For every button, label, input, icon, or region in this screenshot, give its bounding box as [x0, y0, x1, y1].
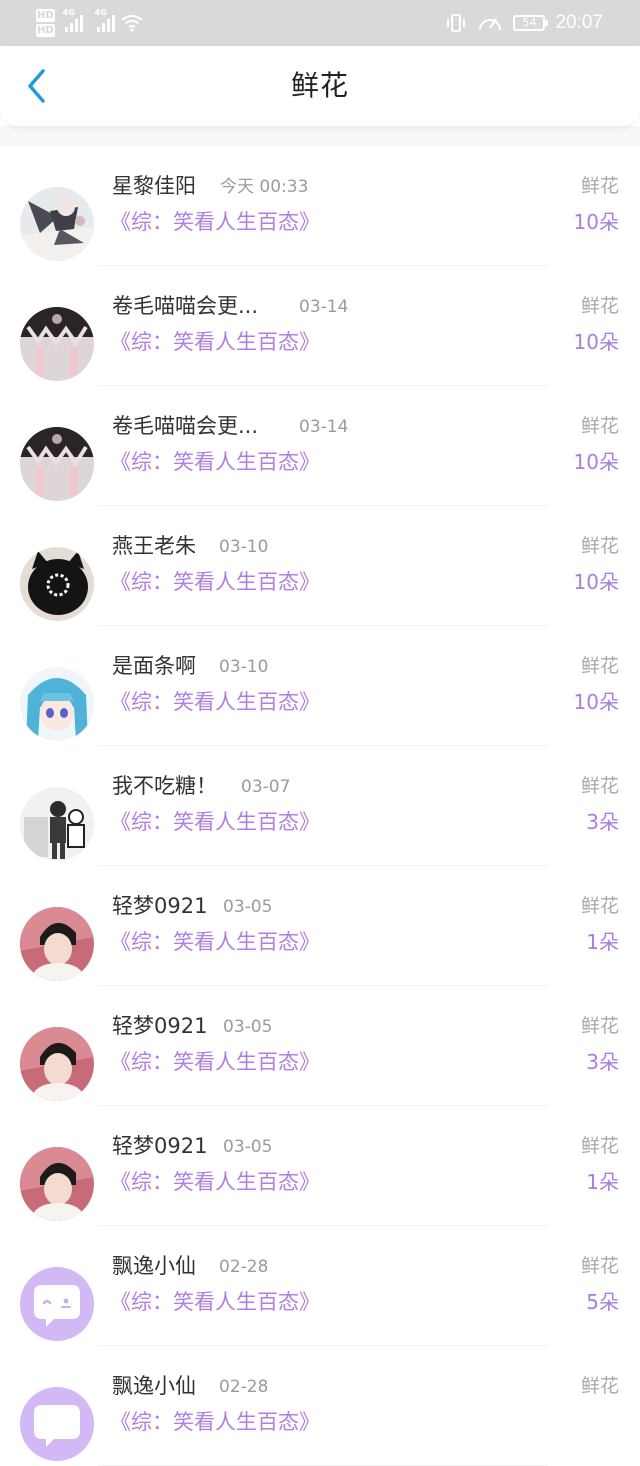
- list-item[interactable]: 轻梦0921 03-05 《综：笑看人生百态》 鲜花 3朵: [0, 986, 640, 1106]
- chat-bubble-icon: [20, 1267, 94, 1341]
- avatar[interactable]: [20, 547, 94, 621]
- book-title[interactable]: 《综：笑看人生百态》: [110, 688, 320, 716]
- battery-icon: 54: [513, 15, 549, 31]
- book-title[interactable]: 《综：笑看人生百态》: [110, 448, 320, 476]
- gift-type: 鲜花: [580, 655, 619, 677]
- gift-count: 10朵: [573, 450, 619, 474]
- user-name: 我不吃糖！: [112, 774, 217, 798]
- list-item[interactable]: 飘逸小仙 02-28 《综：笑看人生百态》 鲜花: [0, 1346, 640, 1466]
- vibrate-icon: [447, 14, 466, 32]
- gift-type: 鲜花: [580, 1375, 619, 1397]
- timestamp: 03-14: [299, 417, 349, 437]
- network-type: 4G: [62, 8, 75, 17]
- avatar[interactable]: [20, 307, 94, 381]
- avatar[interactable]: [20, 1147, 94, 1221]
- user-name: 轻梦0921: [112, 1014, 208, 1038]
- wifi-icon: [121, 15, 143, 32]
- gift-count: 10朵: [573, 210, 619, 234]
- signal-icon: 4G: [63, 8, 83, 32]
- timestamp: 02-28: [219, 1377, 269, 1397]
- timestamp: 03-14: [299, 297, 349, 317]
- gift-type: 鲜花: [580, 175, 619, 197]
- book-title[interactable]: 《综：笑看人生百态》: [110, 928, 320, 956]
- avatar[interactable]: [20, 187, 94, 261]
- gift-count: 10朵: [573, 690, 619, 714]
- gift-type: 鲜花: [580, 535, 619, 557]
- list-item[interactable]: 星黎佳阳 今天 00:33 《综：笑看人生百态》 鲜花 10朵: [0, 146, 640, 266]
- list-item[interactable]: 轻梦0921 03-05 《综：笑看人生百态》 鲜花 1朵: [0, 866, 640, 986]
- gift-count: 10朵: [573, 330, 619, 354]
- battery-level: 54: [522, 16, 537, 29]
- hd-badge: HD: [36, 24, 55, 37]
- user-name: 星黎佳阳: [112, 174, 196, 198]
- app-header: 鲜花: [0, 46, 640, 126]
- user-name: 燕王老朱: [112, 534, 196, 558]
- timestamp: 03-05: [223, 1017, 273, 1037]
- gift-type: 鲜花: [580, 1135, 619, 1157]
- list-item[interactable]: 是面条啊 03-10 《综：笑看人生百态》 鲜花 10朵: [0, 626, 640, 746]
- timestamp: 今天 00:33: [220, 177, 309, 197]
- timestamp: 03-05: [223, 1137, 273, 1157]
- list-item[interactable]: 燕王老朱 03-10 《综：笑看人生百态》 鲜花 10朵: [0, 506, 640, 626]
- avatar[interactable]: [20, 1387, 94, 1461]
- gift-type: 鲜花: [580, 415, 619, 437]
- book-title[interactable]: 《综：笑看人生百态》: [110, 208, 320, 236]
- avatar[interactable]: [20, 427, 94, 501]
- header-divider: [0, 126, 640, 146]
- timestamp: 03-10: [219, 657, 269, 677]
- status-right: 54 20:07: [445, 0, 603, 46]
- gift-count: 5朵: [586, 1290, 619, 1314]
- avatar[interactable]: [20, 907, 94, 981]
- network-type: 4G: [94, 8, 107, 17]
- list-item[interactable]: 卷毛喵喵会更... 03-14 《综：笑看人生百态》 鲜花 10朵: [0, 386, 640, 506]
- avatar[interactable]: [20, 667, 94, 741]
- list-item[interactable]: 飘逸小仙 02-28 《综：笑看人生百态》 鲜花 5朵: [0, 1226, 640, 1346]
- user-name: 是面条啊: [112, 654, 196, 678]
- status-left: HD HD 4G 4G: [36, 4, 143, 42]
- book-title[interactable]: 《综：笑看人生百态》: [110, 1048, 320, 1076]
- user-name: 飘逸小仙: [112, 1254, 196, 1278]
- avatar[interactable]: [20, 1267, 94, 1341]
- list-item[interactable]: 我不吃糖！ 03-07 《综：笑看人生百态》 鲜花 3朵: [0, 746, 640, 866]
- gift-count: 1朵: [586, 930, 619, 954]
- chat-bubble-icon: [20, 1387, 94, 1461]
- timestamp: 02-28: [219, 1257, 269, 1277]
- book-title[interactable]: 《综：笑看人生百态》: [110, 328, 320, 356]
- user-name: 飘逸小仙: [112, 1374, 196, 1398]
- list-item[interactable]: 轻梦0921 03-05 《综：笑看人生百态》 鲜花 1朵: [0, 1106, 640, 1226]
- timestamp: 03-05: [223, 897, 273, 917]
- user-name: 卷毛喵喵会更...: [112, 414, 259, 438]
- book-title[interactable]: 《综：笑看人生百态》: [110, 1408, 320, 1436]
- gift-type: 鲜花: [580, 895, 619, 917]
- book-title[interactable]: 《综：笑看人生百态》: [110, 568, 320, 596]
- list-item[interactable]: 卷毛喵喵会更... 03-14 《综：笑看人生百态》 鲜花 10朵: [0, 266, 640, 386]
- gift-count: 3朵: [586, 810, 619, 834]
- timestamp: 03-07: [241, 777, 291, 797]
- book-title[interactable]: 《综：笑看人生百态》: [110, 808, 320, 836]
- gift-type: 鲜花: [580, 1255, 619, 1277]
- user-name: 轻梦0921: [112, 1134, 208, 1158]
- flower-record-list: 星黎佳阳 今天 00:33 《综：笑看人生百态》 鲜花 10朵 卷毛喵喵会更..…: [0, 146, 640, 1466]
- gift-type: 鲜花: [580, 1015, 619, 1037]
- timestamp: 03-10: [219, 537, 269, 557]
- status-bar: HD HD 4G 4G 54 20:07: [0, 0, 640, 46]
- gift-type: 鲜花: [580, 775, 619, 797]
- gift-type: 鲜花: [580, 295, 619, 317]
- gift-count: 1朵: [586, 1170, 619, 1194]
- book-title[interactable]: 《综：笑看人生百态》: [110, 1288, 320, 1316]
- avatar[interactable]: [20, 1027, 94, 1101]
- user-name: 轻梦0921: [112, 894, 208, 918]
- avatar[interactable]: [20, 787, 94, 861]
- hd-badge: HD: [36, 9, 55, 22]
- book-title[interactable]: 《综：笑看人生百态》: [110, 1168, 320, 1196]
- user-name: 卷毛喵喵会更...: [112, 294, 259, 318]
- speedometer-icon: [479, 18, 502, 31]
- status-clock: 20:07: [555, 12, 603, 33]
- hd-indicators: HD HD: [36, 9, 55, 37]
- gift-count: 10朵: [573, 570, 619, 594]
- gift-count: 3朵: [586, 1050, 619, 1074]
- signal-icon: 4G: [95, 8, 115, 32]
- page-title: 鲜花: [290, 69, 349, 102]
